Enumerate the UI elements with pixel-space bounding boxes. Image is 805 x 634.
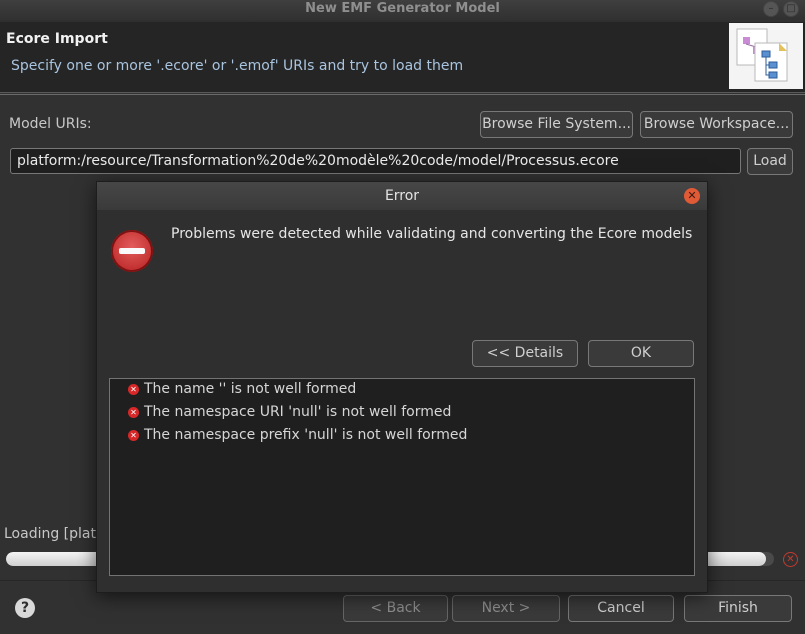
window-title: New EMF Generator Model <box>305 1 500 16</box>
dialog-titlebar: Error ✕ <box>97 182 707 210</box>
wizard-header: Ecore Import Specify one or more '.ecore… <box>0 22 805 92</box>
browse-file-system-button[interactable]: Browse File System... <box>480 111 633 138</box>
stop-icon[interactable]: ✕ <box>783 552 798 567</box>
dialog-message: Problems were detected while validating … <box>171 226 693 242</box>
detail-text: The namespace prefix 'null' is not well … <box>144 427 468 443</box>
model-uri-input[interactable]: platform:/resource/Transformation%20de%2… <box>10 148 741 174</box>
details-button[interactable]: << Details <box>472 340 578 367</box>
help-icon[interactable]: ? <box>15 598 35 618</box>
maximize-icon[interactable]: □ <box>783 1 799 17</box>
next-button[interactable]: Next > <box>452 595 560 622</box>
error-icon: ✕ <box>128 430 139 441</box>
loading-status-text: Loading [platf <box>4 526 101 542</box>
page-description: Specify one or more '.ecore' or '.emof' … <box>11 58 464 74</box>
header-separator-2 <box>0 94 805 95</box>
details-list[interactable]: ✕ The name '' is not well formed ✕ The nam… <box>109 378 695 576</box>
error-icon: ✕ <box>128 407 139 418</box>
error-icon: ✕ <box>128 384 139 395</box>
finish-button[interactable]: Finish <box>684 595 792 622</box>
close-icon[interactable]: ✕ <box>684 188 700 204</box>
minimize-icon[interactable]: – <box>763 1 779 17</box>
model-uris-label: Model URIs: <box>9 116 92 132</box>
error-dialog: Error ✕ Problems were detected while val… <box>96 181 708 593</box>
window-titlebar: New EMF Generator Model – □ <box>0 0 805 23</box>
page-title: Ecore Import <box>6 31 108 47</box>
list-item[interactable]: ✕ The namespace URI 'null' is not well fo… <box>128 404 451 424</box>
ecore-import-wizard-icon <box>729 23 803 89</box>
browse-workspace-button[interactable]: Browse Workspace... <box>640 111 793 138</box>
detail-text: The name '' is not well formed <box>144 381 357 397</box>
dialog-title: Error <box>384 188 420 204</box>
cancel-button[interactable]: Cancel <box>568 595 674 622</box>
error-icon <box>111 230 153 272</box>
back-button[interactable]: < Back <box>343 595 448 622</box>
list-item[interactable]: ✕ The name '' is not well formed <box>128 381 356 401</box>
list-item[interactable]: ✕ The namespace prefix 'null' is not well… <box>128 427 467 447</box>
detail-text: The namespace URI 'null' is not well for… <box>144 404 452 420</box>
header-separator <box>0 92 805 93</box>
load-button[interactable]: Load <box>747 148 793 175</box>
ok-button[interactable]: OK <box>588 340 694 367</box>
